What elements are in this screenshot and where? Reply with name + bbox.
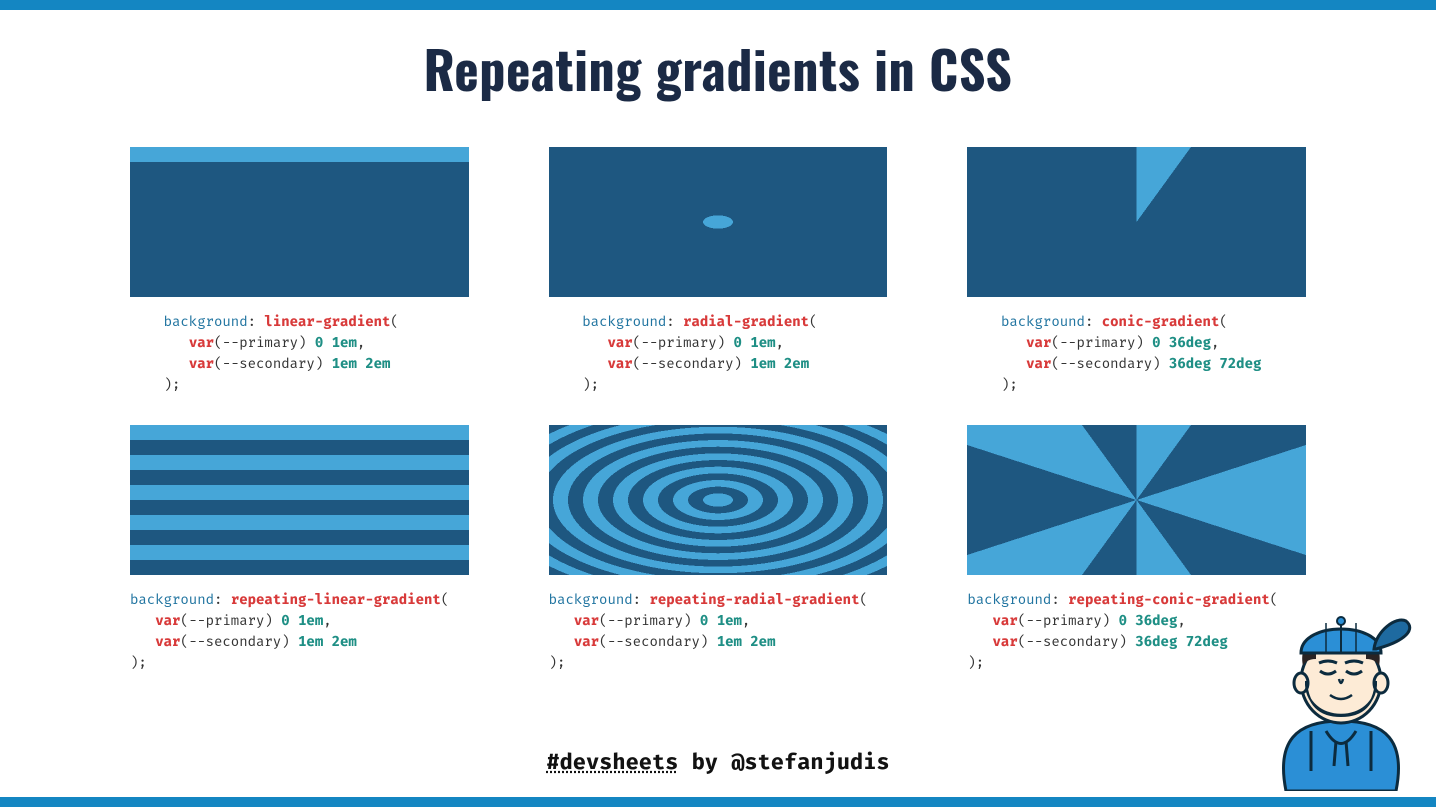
code-conic-gradient: background: conic-gradient( var(--primar… (967, 311, 1306, 395)
preview-repeating-linear-gradient (130, 425, 469, 575)
footer-hashtag: #devsheets (546, 748, 678, 775)
preview-repeating-conic-gradient (967, 425, 1306, 575)
example-conic: background: conic-gradient( var(--primar… (967, 147, 1306, 395)
example-repeating-conic: background: repeating-conic-gradient( va… (967, 425, 1306, 673)
page: Repeating gradients in CSS background: l… (0, 0, 1436, 807)
code-repeating-conic-gradient: background: repeating-conic-gradient( va… (967, 589, 1306, 673)
code-linear-gradient: background: linear-gradient( var(--prima… (130, 311, 469, 395)
preview-radial-gradient (549, 147, 888, 297)
preview-linear-gradient (130, 147, 469, 297)
preview-conic-gradient (967, 147, 1306, 297)
code-radial-gradient: background: radial-gradient( var(--prima… (549, 311, 888, 395)
code-repeating-linear-gradient: background: repeating-linear-gradient( v… (130, 589, 469, 673)
page-title: Repeating gradients in CSS (130, 30, 1306, 107)
footer-handle: @stefanjudis (731, 748, 889, 775)
example-linear: background: linear-gradient( var(--prima… (130, 147, 469, 395)
example-repeating-radial: background: repeating-radial-gradient( v… (549, 425, 888, 673)
examples-grid: background: linear-gradient( var(--prima… (130, 147, 1306, 673)
example-repeating-linear: background: repeating-linear-gradient( v… (130, 425, 469, 673)
footer-credit: #devsheets by @stefanjudis (0, 748, 1436, 775)
code-repeating-radial-gradient: background: repeating-radial-gradient( v… (549, 589, 888, 673)
preview-repeating-radial-gradient (549, 425, 888, 575)
example-radial: background: radial-gradient( var(--prima… (549, 147, 888, 395)
